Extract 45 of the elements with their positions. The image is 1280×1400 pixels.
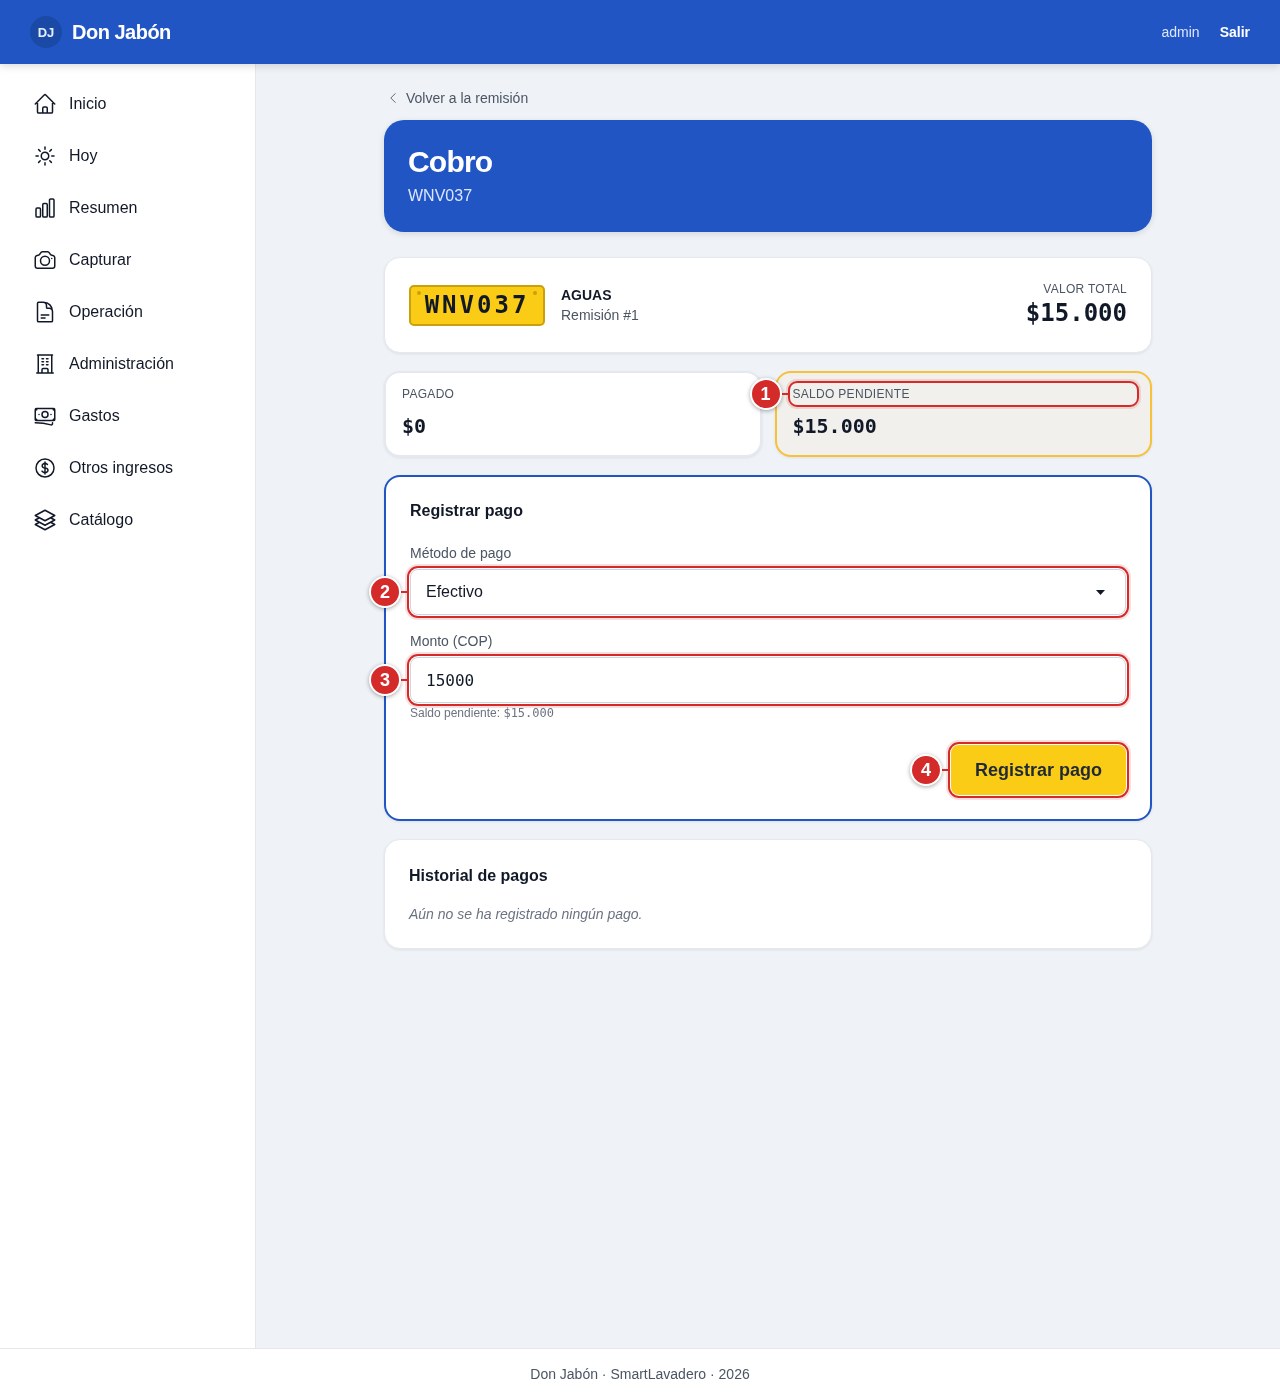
caret-icon <box>1096 589 1105 595</box>
field-label: Monto (COP) <box>410 632 494 651</box>
logout-button[interactable]: Salir <box>1219 21 1250 43</box>
empty-history-message: Aún no se ha registrado ningún pago. <box>409 905 644 924</box>
sidebar-item[interactable]: Gastos <box>16 396 239 436</box>
sidebar-item[interactable]: Hoy <box>16 136 239 176</box>
summary-label: SALDO PENDIENTE <box>792 386 910 402</box>
client-name: AGUAS <box>561 286 613 305</box>
dollar-icon <box>33 456 57 480</box>
sidebar-item[interactable]: Catálogo <box>16 500 239 540</box>
field-label: Método de pago <box>410 544 513 563</box>
total-label: VALOR TOTAL <box>1042 281 1127 297</box>
form-title: Registrar pago <box>410 501 524 521</box>
total-value: $15.000 <box>1025 298 1127 329</box>
sun-icon <box>33 144 57 168</box>
reference-text: Remisión #1 <box>561 306 639 325</box>
back-link[interactable]: Volver a la remisión <box>384 88 529 108</box>
sidebar-item[interactable]: Capturar <box>16 240 239 280</box>
submit-button[interactable]: Registrar pago <box>950 745 1126 795</box>
camera-icon <box>33 248 57 272</box>
user-name: admin <box>1161 22 1200 42</box>
page-title: Cobro <box>408 144 494 180</box>
footer-text: Don Jabón · SmartLavadero · 2026 <box>530 1365 750 1384</box>
plate-bolt-icon <box>417 290 421 295</box>
building-icon <box>33 352 57 376</box>
history-title: Historial de pagos <box>409 866 549 886</box>
bar-chart-icon <box>33 196 57 220</box>
brand-name: Don Jabón <box>72 20 171 45</box>
sidebar-item[interactable]: Operación <box>16 292 239 332</box>
summary-value: $0 <box>402 413 428 440</box>
brand-logo: DJ <box>30 16 62 48</box>
plate-bolt-icon <box>533 290 537 295</box>
sidebar-item[interactable]: Otros ingresos <box>16 448 239 488</box>
sidebar-item[interactable]: Administración <box>16 344 239 384</box>
payment-method-select[interactable]: Efectivo <box>410 569 1126 615</box>
summary-label: PAGADO <box>402 386 455 402</box>
sidebar-item[interactable]: Inicio <box>16 84 239 124</box>
sidebar-item[interactable]: Resumen <box>16 188 239 228</box>
home-icon <box>33 92 57 116</box>
layers-icon <box>33 508 57 532</box>
summary-value: $15.000 <box>792 413 878 440</box>
license-plate: WNV037 <box>409 284 545 326</box>
amount-input[interactable]: 15000 <box>410 657 1126 703</box>
helper-text: Saldo pendiente: $15.000 <box>410 705 555 721</box>
page-subtitle: WNV037 <box>408 186 474 206</box>
